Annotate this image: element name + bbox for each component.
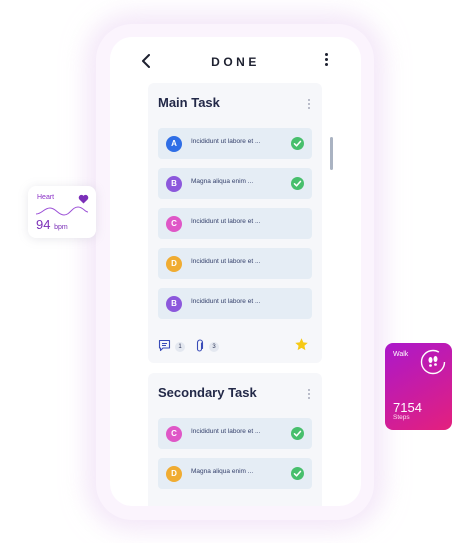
task-row[interactable]: D Magna aliqua enim ... <box>158 458 312 489</box>
task-text: Incididunt ut labore et ... <box>191 258 261 265</box>
card-menu-icon[interactable] <box>306 389 312 401</box>
scrollbar[interactable] <box>330 137 333 170</box>
steps-value: 7154 <box>393 400 422 415</box>
card-title: Main Task <box>158 95 220 110</box>
task-avatar: C <box>166 426 182 442</box>
task-avatar: D <box>166 466 182 482</box>
task-text: Incididunt ut labore et ... <box>191 218 261 225</box>
heart-rate-widget[interactable]: Heart 94 bpm <box>28 186 96 238</box>
check-circle-icon[interactable] <box>291 467 304 480</box>
card-title: Secondary Task <box>158 385 257 400</box>
task-text: Incididunt ut labore et ... <box>191 298 261 305</box>
heart-rate-number: 94 <box>36 217 51 232</box>
paperclip-icon[interactable] <box>194 339 205 353</box>
task-row[interactable]: C Incididunt ut labore et ... <box>158 418 312 449</box>
task-row[interactable]: C Incididunt ut labore et ... <box>158 208 312 239</box>
top-bar: DONE <box>110 37 361 87</box>
heart-icon <box>78 194 89 204</box>
heart-wave-icon <box>36 206 88 216</box>
kebab-icon[interactable] <box>321 53 331 69</box>
task-row[interactable]: D Incididunt ut labore et ... <box>158 248 312 279</box>
task-row[interactable]: B Incididunt ut labore et ... <box>158 288 312 319</box>
steps-unit: Steps <box>393 414 410 421</box>
task-avatar: B <box>166 176 182 192</box>
comment-icon[interactable] <box>158 339 171 352</box>
task-row[interactable]: B Magna aliqua enim ... <box>158 168 312 199</box>
card-menu-icon[interactable] <box>306 99 312 111</box>
footsteps-icon <box>420 349 446 375</box>
check-circle-icon[interactable] <box>291 177 304 190</box>
task-text: Magna aliqua enim ... <box>191 178 254 185</box>
task-avatar: A <box>166 136 182 152</box>
phone-screen: DONE Main Task A Incididunt ut labore et … <box>110 37 361 506</box>
task-text: Magna aliqua enim ... <box>191 468 254 475</box>
task-avatar: D <box>166 256 182 272</box>
task-row[interactable]: A Incididunt ut labore et ... <box>158 128 312 159</box>
walk-widget[interactable]: Walk 7154 Steps <box>385 343 452 430</box>
task-text: Incididunt ut labore et ... <box>191 428 261 435</box>
main-task-card: Main Task A Incididunt ut labore et ... B M… <box>148 83 322 363</box>
heart-label: Heart <box>37 194 55 201</box>
check-circle-icon[interactable] <box>291 137 304 150</box>
check-circle-icon[interactable] <box>291 427 304 440</box>
walk-label: Walk <box>393 351 409 358</box>
card-footer: 1 3 <box>158 337 312 355</box>
secondary-task-card: Secondary Task C Incididunt ut labore et … <box>148 373 322 506</box>
star-icon[interactable] <box>294 337 309 352</box>
heart-rate-value: 94 bpm <box>36 217 68 232</box>
attachments-count: 3 <box>209 342 219 352</box>
task-avatar: C <box>166 216 182 232</box>
task-text: Incididunt ut labore et ... <box>191 138 261 145</box>
heart-rate-unit: bpm <box>54 224 68 231</box>
task-avatar: B <box>166 296 182 312</box>
comments-count: 1 <box>175 342 185 352</box>
